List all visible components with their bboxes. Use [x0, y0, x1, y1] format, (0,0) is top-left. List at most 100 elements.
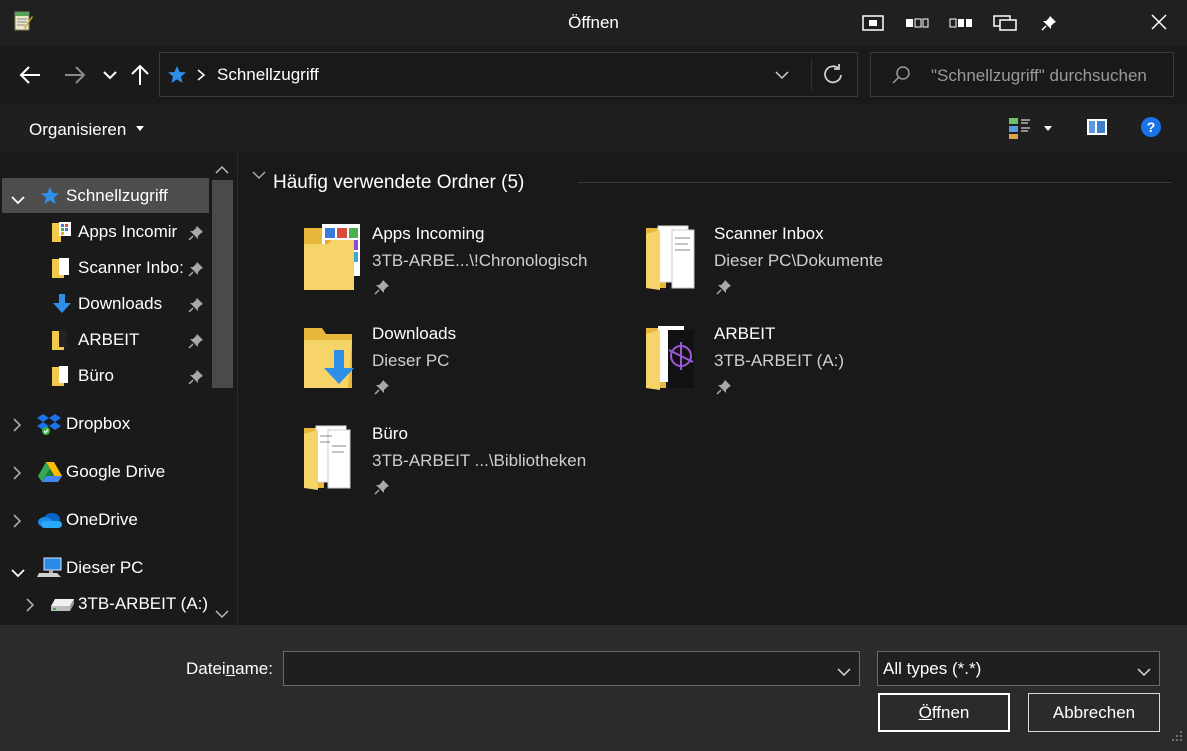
- folder-tile-buero[interactable]: Büro 3TB-ARBEIT ...\Bibliotheken: [304, 424, 624, 514]
- group-collapse-icon[interactable]: [252, 170, 266, 180]
- chevron-down-icon[interactable]: [11, 190, 25, 210]
- up-arrow-icon[interactable]: [127, 62, 153, 88]
- search-input[interactable]: "Schnellzugriff" durchsuchen: [931, 66, 1147, 86]
- view-mode-icon[interactable]: [1008, 116, 1032, 145]
- folder-tile-scanner-inbox[interactable]: Scanner Inbox Dieser PC\Dokumente: [646, 224, 966, 314]
- window-group2-icon[interactable]: [948, 12, 974, 34]
- filename-label: Dateiname:: [186, 659, 273, 679]
- pin-icon[interactable]: [374, 279, 390, 300]
- folder-path: 3TB-ARBEIT ...\Bibliotheken: [372, 451, 587, 470]
- breadcrumb-chevron-icon[interactable]: [196, 67, 206, 87]
- scroll-up-icon[interactable]: [215, 160, 229, 180]
- sidebar-item-apps-incoming[interactable]: Apps Incomir: [0, 214, 209, 250]
- address-bar[interactable]: Schnellzugriff: [159, 52, 858, 97]
- open-button[interactable]: Öffnen: [878, 693, 1010, 732]
- chevron-right-icon[interactable]: [25, 597, 35, 617]
- dropbox-icon: [37, 412, 61, 441]
- open-button-accesskey: Ö: [918, 702, 932, 722]
- sidebar-item-drive-a[interactable]: 3TB-ARBEIT (A:): [0, 586, 209, 622]
- filename-field[interactable]: [283, 651, 860, 686]
- sidebar-item-arbeit[interactable]: ARBEIT: [0, 322, 209, 358]
- folder-tile-downloads[interactable]: Downloads Dieser PC: [304, 324, 624, 414]
- filename-label-part: Datei: [186, 659, 226, 678]
- folder-icon: [304, 224, 364, 294]
- pin-icon[interactable]: [716, 379, 732, 400]
- pin-icon[interactable]: [188, 261, 204, 282]
- cancel-button[interactable]: Abbrechen: [1028, 693, 1160, 732]
- chevron-right-icon[interactable]: [12, 417, 22, 437]
- svg-text:?: ?: [1147, 119, 1156, 135]
- sidebar-item-quick-access[interactable]: Schnellzugriff: [0, 178, 209, 214]
- window-cascade-icon[interactable]: [992, 12, 1018, 34]
- sidebar-scrollbar-thumb[interactable]: [212, 180, 233, 388]
- folder-icon: [51, 257, 73, 284]
- pin-icon[interactable]: [188, 333, 204, 354]
- sidebar-item-label: Downloads: [78, 294, 163, 313]
- organize-button[interactable]: Organisieren: [29, 120, 126, 140]
- folder-path: Dieser PC\Dokumente: [714, 251, 884, 270]
- star-icon: [167, 65, 187, 90]
- file-type-select[interactable]: All types (*.*): [877, 651, 1160, 686]
- back-arrow-icon[interactable]: [17, 62, 43, 88]
- sidebar-item-label: Apps Incomir: [78, 222, 178, 241]
- computer-icon: [37, 557, 63, 584]
- close-icon[interactable]: [1145, 8, 1173, 36]
- filename-label-accesskey: n: [225, 659, 236, 678]
- group-header[interactable]: Häufig verwendete Ordner (5): [273, 172, 524, 194]
- pin-icon[interactable]: [374, 479, 390, 500]
- command-toolbar: Organisieren ?: [0, 104, 1187, 152]
- chevron-down-icon[interactable]: [1137, 662, 1151, 682]
- sidebar-item-this-pc[interactable]: Dieser PC: [0, 550, 209, 586]
- chevron-right-icon[interactable]: [12, 513, 22, 533]
- search-box[interactable]: "Schnellzugriff" durchsuchen: [870, 52, 1174, 97]
- pin-icon[interactable]: [188, 225, 204, 246]
- folder-icon: [646, 324, 706, 394]
- address-history-dropdown-icon[interactable]: [774, 66, 790, 86]
- address-path[interactable]: Schnellzugriff: [217, 65, 319, 85]
- sidebar-item-label: Dieser PC: [66, 558, 144, 577]
- pin-icon[interactable]: [188, 297, 204, 318]
- sidebar-item-label: OneDrive: [66, 510, 138, 529]
- scroll-down-icon[interactable]: [215, 604, 229, 624]
- folder-tile-apps-incoming[interactable]: Apps Incoming 3TB-ARBE...\!Chronologisch: [304, 224, 624, 314]
- sidebar-item-label: Büro: [78, 366, 114, 385]
- help-icon[interactable]: ?: [1140, 116, 1162, 143]
- sidebar-item-onedrive[interactable]: OneDrive: [0, 502, 209, 538]
- file-type-value[interactable]: All types (*.*): [883, 659, 981, 679]
- folder-download-icon: [304, 324, 364, 394]
- folder-icon: [51, 365, 73, 392]
- folder-icon: [304, 424, 364, 494]
- navigation-bar: Schnellzugriff "Schnellzugriff" durchsuc…: [0, 46, 1187, 104]
- drive-icon: [49, 597, 75, 617]
- pin-icon[interactable]: [1036, 12, 1062, 34]
- folder-name: Büro: [372, 424, 408, 443]
- view-mode-caret-icon[interactable]: [1044, 126, 1052, 131]
- sidebar-item-dropbox[interactable]: Dropbox: [0, 406, 209, 442]
- sidebar-item-buero[interactable]: Büro: [0, 358, 209, 394]
- preview-pane-icon[interactable]: [1086, 118, 1108, 141]
- organize-caret-icon[interactable]: [136, 126, 144, 131]
- chevron-right-icon[interactable]: [12, 465, 22, 485]
- chevron-down-icon[interactable]: [97, 62, 123, 88]
- folder-name: Downloads: [372, 324, 457, 343]
- resize-grip-icon[interactable]: [1171, 727, 1183, 747]
- sidebar-item-label: Schnellzugriff: [66, 186, 168, 205]
- download-arrow-icon: [51, 293, 73, 320]
- sidebar-item-downloads[interactable]: Downloads: [0, 286, 209, 322]
- window-group-icon[interactable]: [904, 12, 930, 34]
- refresh-icon[interactable]: [822, 63, 844, 90]
- pin-icon[interactable]: [716, 279, 732, 300]
- filename-label-part: ame:: [235, 659, 273, 678]
- star-icon: [40, 186, 60, 211]
- sidebar-item-google-drive[interactable]: Google Drive: [0, 454, 209, 490]
- chevron-down-icon[interactable]: [837, 662, 851, 682]
- folder-icon: [51, 329, 73, 356]
- chevron-down-icon[interactable]: [11, 563, 25, 583]
- folder-tile-arbeit[interactable]: ARBEIT 3TB-ARBEIT (A:): [646, 324, 966, 414]
- pin-icon[interactable]: [188, 369, 204, 390]
- sidebar-item-scanner-inbox[interactable]: Scanner Inbo:: [0, 250, 209, 286]
- folder-path: 3TB-ARBEIT (A:): [714, 351, 845, 370]
- forward-arrow-icon[interactable]: [62, 62, 88, 88]
- pin-icon[interactable]: [374, 379, 390, 400]
- window-snap-icon[interactable]: [860, 12, 886, 34]
